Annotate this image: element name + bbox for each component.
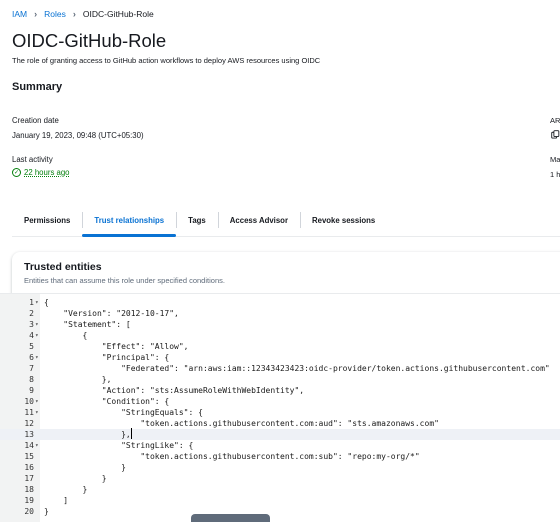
line-number: 17 bbox=[24, 474, 34, 483]
code-text: "token.actions.githubusercontent.com:sub… bbox=[44, 452, 420, 461]
line-number: 1 bbox=[29, 298, 34, 307]
line-number: 13 bbox=[24, 430, 34, 439]
text-cursor bbox=[131, 428, 132, 439]
code-line: 10 ▾ "Condition": { bbox=[0, 396, 560, 407]
tab-trust-relationships[interactable]: Trust relationships bbox=[82, 204, 176, 237]
page-title: OIDC-GitHub-Role bbox=[12, 30, 167, 51]
line-number: 2 bbox=[29, 309, 34, 318]
creation-date-label: Creation date bbox=[12, 116, 59, 125]
code-line: 19 ] bbox=[0, 495, 560, 506]
line-number: 19 bbox=[24, 496, 34, 505]
max-session-label-clipped: Ma bbox=[550, 155, 560, 164]
fold-toggle-icon[interactable]: ▾ bbox=[35, 396, 39, 407]
role-tabs: Permissions Trust relationships Tags Acc… bbox=[12, 204, 560, 237]
code-text: }, bbox=[44, 375, 112, 384]
code-line: 14 ▾ "StringLike": { bbox=[0, 440, 560, 451]
code-text: "Principal": { bbox=[44, 353, 170, 362]
code-line: 8 }, bbox=[0, 374, 560, 385]
code-line: 18 } bbox=[0, 484, 560, 495]
code-text: { bbox=[44, 298, 49, 307]
code-line: 3 ▾ "Statement": [ bbox=[0, 319, 560, 330]
tab-revoke-sessions[interactable]: Revoke sessions bbox=[299, 204, 387, 236]
code-text: "Federated": "arn:aws:iam::12343423423:o… bbox=[44, 364, 550, 373]
arn-label-clipped: AR bbox=[550, 116, 560, 125]
line-number: 3 bbox=[29, 320, 34, 329]
success-check-icon: ✓ bbox=[12, 168, 21, 177]
tab-access-advisor[interactable]: Access Advisor bbox=[217, 204, 300, 236]
line-number: 5 bbox=[29, 342, 34, 351]
last-activity-label: Last activity bbox=[12, 155, 53, 164]
code-line: 17 } bbox=[0, 473, 560, 484]
fold-toggle-icon[interactable]: ▾ bbox=[35, 319, 39, 330]
trusted-entities-description: Entities that can assume this role under… bbox=[24, 276, 225, 285]
code-text: } bbox=[44, 485, 88, 494]
line-number: 9 bbox=[29, 386, 34, 395]
code-line: 11 ▾ "StringEquals": { bbox=[0, 407, 560, 418]
fold-toggle-icon[interactable]: ▾ bbox=[35, 407, 39, 418]
line-number: 10 bbox=[24, 397, 34, 406]
tab-tags[interactable]: Tags bbox=[176, 204, 218, 236]
code-line: 16 } bbox=[0, 462, 560, 473]
code-line: 13 }, bbox=[0, 429, 560, 440]
code-text: "Version": "2012-10-17", bbox=[44, 309, 179, 318]
chevron-right-icon: › bbox=[34, 9, 38, 19]
code-text: "token.actions.githubusercontent.com:aud… bbox=[44, 419, 439, 428]
page-description: The role of granting access to GitHub ac… bbox=[12, 56, 321, 65]
max-session-value-clipped: 1 h bbox=[550, 170, 560, 179]
code-line: 2 "Version": "2012-10-17", bbox=[0, 308, 560, 319]
chevron-right-icon: › bbox=[72, 9, 76, 19]
breadcrumb-current: OIDC-GitHub-Role bbox=[82, 9, 154, 19]
code-text: "Effect": "Allow", bbox=[44, 342, 189, 351]
code-text: } bbox=[44, 507, 49, 516]
tooltip bbox=[191, 514, 270, 522]
line-number: 11 bbox=[24, 408, 34, 417]
line-number: 20 bbox=[24, 507, 34, 516]
fold-toggle-icon[interactable]: ▾ bbox=[35, 297, 39, 308]
last-activity-value[interactable]: ✓ 22 hours ago bbox=[12, 168, 70, 177]
code-line: 9 "Action": "sts:AssumeRoleWithWebIdenti… bbox=[0, 385, 560, 396]
code-line: 15 "token.actions.githubusercontent.com:… bbox=[0, 451, 560, 462]
code-text: "StringEquals": { bbox=[44, 408, 203, 417]
trust-policy-editor[interactable]: 1 ▾{2 "Version": "2012-10-17", 3 ▾ "Stateme… bbox=[0, 293, 560, 522]
fold-toggle-icon[interactable]: ▾ bbox=[35, 330, 39, 341]
code-line: 6 ▾ "Principal": { bbox=[0, 352, 560, 363]
line-number: 18 bbox=[24, 485, 34, 494]
code-text: "Action": "sts:AssumeRoleWithWebIdentity… bbox=[44, 386, 305, 395]
code-text: "Statement": [ bbox=[44, 320, 131, 329]
code-text: }, bbox=[44, 430, 131, 439]
code-line: 12 "token.actions.githubusercontent.com:… bbox=[0, 418, 560, 429]
code-line: 7 "Federated": "arn:aws:iam::12343423423… bbox=[0, 363, 560, 374]
breadcrumb: IAM › Roles › OIDC-GitHub-Role bbox=[12, 9, 154, 19]
code-text: "StringLike": { bbox=[44, 441, 194, 450]
line-number: 7 bbox=[29, 364, 34, 373]
breadcrumb-iam-link[interactable]: IAM bbox=[12, 9, 27, 19]
code-text: { bbox=[44, 331, 88, 340]
line-number: 15 bbox=[24, 452, 34, 461]
code-text: "Condition": { bbox=[44, 397, 170, 406]
line-number: 4 bbox=[29, 331, 34, 340]
code-line: 1 ▾ { bbox=[0, 297, 560, 308]
code-text: } bbox=[44, 474, 107, 483]
line-number: 8 bbox=[29, 375, 34, 384]
summary-heading: Summary bbox=[12, 81, 63, 93]
code-line: 5 "Effect": "Allow", bbox=[0, 341, 560, 352]
line-number: 6 bbox=[29, 353, 34, 362]
code-text: } bbox=[44, 463, 126, 472]
code-line: 4 ▾ { bbox=[0, 330, 560, 341]
tab-permissions[interactable]: Permissions bbox=[12, 204, 82, 236]
breadcrumb-roles-link[interactable]: Roles bbox=[44, 9, 66, 19]
trusted-entities-heading: Trusted entities bbox=[24, 261, 102, 273]
copy-icon[interactable] bbox=[551, 130, 560, 139]
line-number: 12 bbox=[24, 419, 34, 428]
code-line: 20} bbox=[0, 506, 560, 517]
fold-toggle-icon[interactable]: ▾ bbox=[35, 352, 39, 363]
code-text: ] bbox=[44, 496, 69, 505]
line-number: 16 bbox=[24, 463, 34, 472]
last-activity-text: 22 hours ago bbox=[24, 168, 70, 177]
line-number: 14 bbox=[24, 441, 34, 450]
creation-date-value: January 19, 2023, 09:48 (UTC+05:30) bbox=[12, 131, 144, 140]
fold-toggle-icon[interactable]: ▾ bbox=[35, 440, 39, 451]
